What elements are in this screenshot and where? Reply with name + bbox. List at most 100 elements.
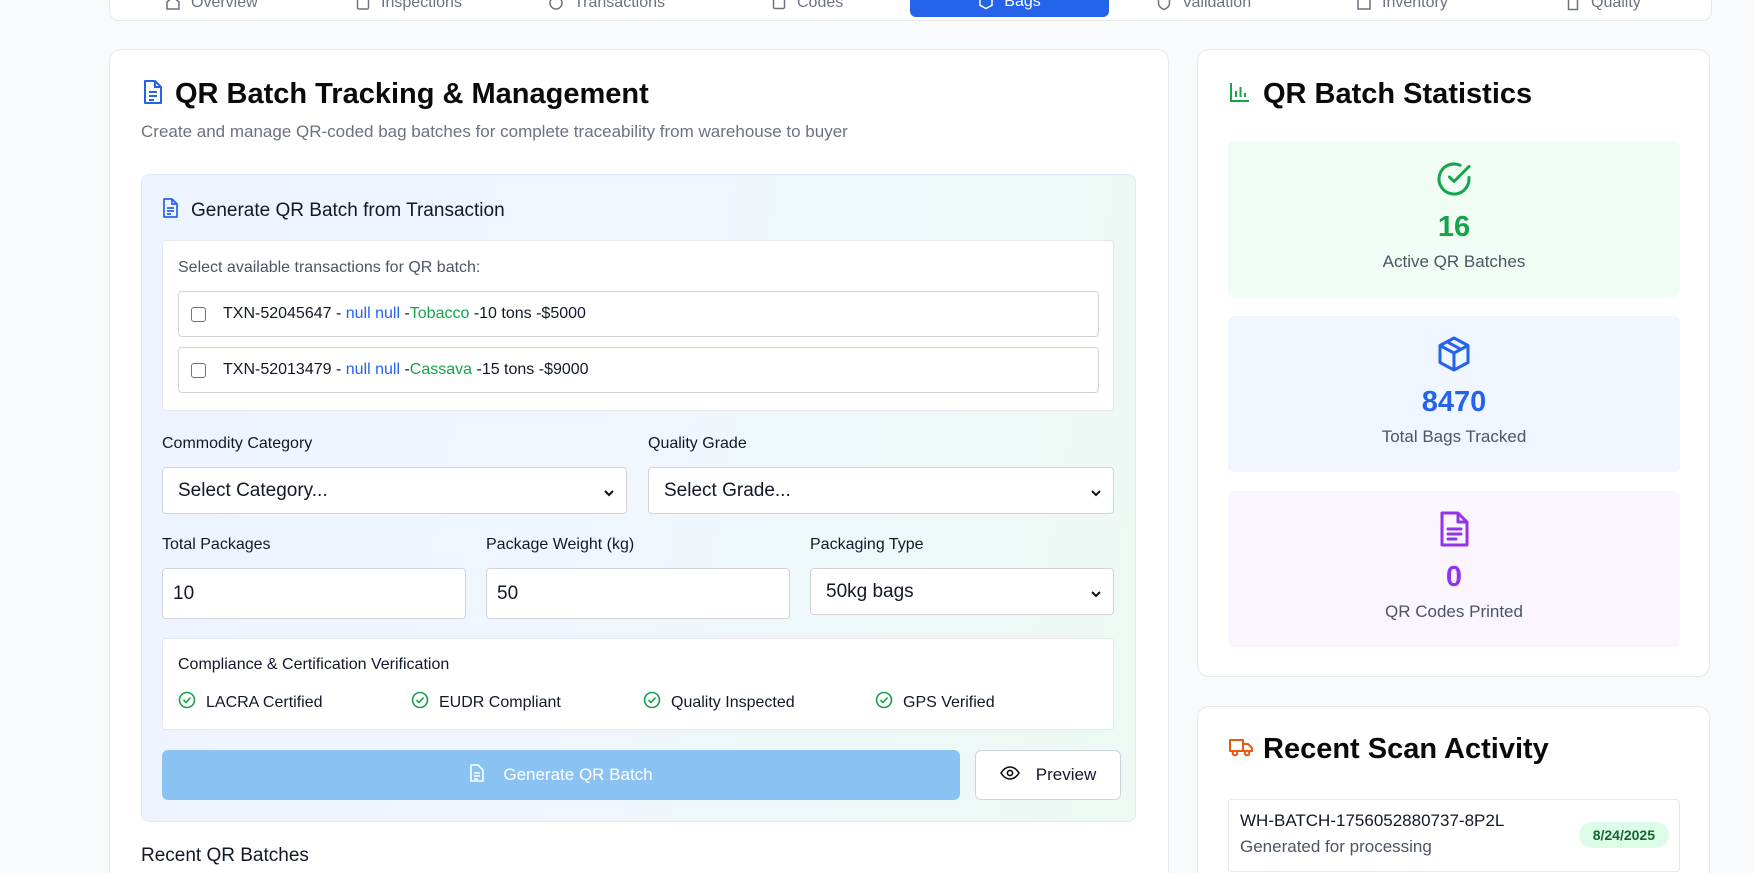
- transaction-commodity: Tobacco: [409, 305, 470, 322]
- recent-batches-title: Recent QR Batches: [141, 845, 309, 866]
- stats-title: QR Batch Statistics: [1263, 78, 1533, 110]
- scan-list-item[interactable]: WH-BATCH-1756052880737-8P2L Generated fo…: [1228, 799, 1680, 872]
- qr-icon: [771, 0, 787, 11]
- packaging-type-value: 50kg bags: [826, 580, 914, 602]
- tab-inventory[interactable]: Inventory: [1356, 0, 1448, 15]
- compliance-title: Compliance & Certification Verification: [178, 656, 450, 673]
- file-text-icon: [469, 763, 485, 787]
- transaction-party: null null: [345, 305, 400, 322]
- check-circle-icon: [411, 691, 429, 714]
- page-title: QR Batch Tracking & Management: [175, 78, 649, 110]
- tab-transactions[interactable]: Transactions: [548, 0, 665, 15]
- transaction-checkbox[interactable]: [191, 362, 206, 378]
- tab-inspections[interactable]: Inspections: [355, 0, 462, 15]
- check-circle-icon: [178, 691, 196, 714]
- commodity-category-value: Select Category...: [178, 479, 328, 501]
- generate-button-label: Generate QR Batch: [503, 765, 653, 784]
- generate-title: Generate QR Batch from Transaction: [191, 200, 505, 221]
- tab-overview[interactable]: Overview: [165, 0, 258, 15]
- stats-card: QR Batch Statistics 16 Active QR Batches…: [1197, 49, 1710, 677]
- file-text-icon: [1435, 510, 1473, 548]
- home-icon: [165, 0, 181, 11]
- package-weight-input[interactable]: 50: [486, 568, 790, 619]
- generate-batch-panel: Generate QR Batch from Transaction Selec…: [141, 174, 1136, 822]
- compliance-label: GPS Verified: [903, 693, 995, 711]
- transaction-row[interactable]: TXN-52045647 - null null - Tobacco -10 to…: [178, 291, 1099, 337]
- tab-label: Validation: [1182, 0, 1252, 11]
- chevron-down-icon: [602, 484, 616, 498]
- file-icon: [1565, 0, 1581, 11]
- package-icon: [1435, 335, 1473, 373]
- transaction-list: Select available transactions for QR bat…: [162, 240, 1114, 411]
- scan-description: Generated for processing: [1240, 837, 1432, 856]
- tab-validation[interactable]: Validation: [1156, 0, 1251, 15]
- tab-label: Bags: [1004, 0, 1041, 10]
- qr-batch-card: QR Batch Tracking & Management Create an…: [109, 49, 1169, 873]
- tab-codes[interactable]: Codes: [771, 0, 843, 15]
- quality-grade-value: Select Grade...: [664, 479, 791, 501]
- clipboard-icon: [355, 0, 371, 11]
- stat-active-batches: 16 Active QR Batches: [1228, 141, 1680, 297]
- generate-qr-batch-button[interactable]: Generate QR Batch: [162, 750, 960, 800]
- commodity-category-select[interactable]: Select Category...: [162, 467, 627, 514]
- eye-icon: [999, 765, 1020, 785]
- stat-label: Total Bags Tracked: [1381, 427, 1527, 446]
- shield-icon: [1156, 0, 1172, 11]
- compliance-panel: Compliance & Certification Verification …: [162, 638, 1114, 730]
- tab-label: Inspections: [381, 0, 462, 11]
- top-nav: Overview Inspections Transactions Codes …: [109, 0, 1712, 21]
- tab-label: Quality: [1591, 0, 1641, 11]
- tab-label: Overview: [191, 0, 258, 11]
- check-circle-icon: [643, 691, 661, 714]
- stats-title-row: QR Batch Statistics: [1229, 78, 1532, 111]
- transaction-checkbox[interactable]: [191, 306, 206, 322]
- quality-grade-label: Quality Grade: [648, 435, 747, 452]
- transaction-id: TXN-52045647: [223, 305, 332, 322]
- recent-scan-card: Recent Scan Activity WH-BATCH-1756052880…: [1197, 706, 1710, 873]
- tab-label: Codes: [797, 0, 844, 11]
- transaction-quantity: 10 tons: [479, 305, 532, 322]
- tab-bags[interactable]: Bags: [910, 0, 1109, 17]
- packaging-type-label: Packaging Type: [810, 536, 924, 553]
- compliance-label: LACRA Certified: [206, 693, 323, 711]
- preview-button-label: Preview: [1035, 765, 1097, 784]
- tab-label: Transactions: [574, 0, 665, 11]
- transaction-id: TXN-52013479: [223, 361, 332, 378]
- transaction-quantity: 15 tons: [481, 361, 535, 378]
- compliance-item: Quality Inspected: [643, 691, 795, 714]
- warehouse-icon: [1356, 0, 1372, 11]
- compliance-item: LACRA Certified: [178, 691, 323, 714]
- file-text-icon: [162, 198, 179, 224]
- compliance-item: GPS Verified: [875, 691, 995, 714]
- stat-value: 0: [1445, 561, 1463, 593]
- stat-value: 8470: [1421, 386, 1487, 418]
- quality-grade-select[interactable]: Select Grade...: [648, 467, 1114, 514]
- compliance-label: Quality Inspected: [671, 693, 795, 711]
- scan-batch-id: WH-BATCH-1756052880737-8P2L: [1240, 811, 1505, 830]
- transaction-row[interactable]: TXN-52013479 - null null - Cassava -15 to…: [178, 347, 1099, 393]
- check-circle-icon: [875, 691, 893, 714]
- tab-quality[interactable]: Quality: [1565, 0, 1641, 15]
- transaction-list-label: Select available transactions for QR bat…: [178, 259, 481, 276]
- truck-icon: [1229, 737, 1253, 762]
- check-circle-icon: [1435, 160, 1473, 198]
- package-icon: [978, 0, 994, 10]
- transaction-price: $9000: [544, 361, 589, 378]
- transaction-price: $5000: [541, 305, 586, 322]
- package-weight-label: Package Weight (kg): [486, 536, 635, 553]
- bar-chart-icon: [1229, 81, 1251, 108]
- packaging-type-select[interactable]: 50kg bags: [810, 568, 1114, 615]
- clock-icon: [548, 0, 564, 11]
- stat-label: QR Codes Printed: [1385, 602, 1523, 621]
- transaction-commodity: Cassava: [409, 361, 473, 378]
- page-subtitle: Create and manage QR-coded bag batches f…: [141, 122, 848, 141]
- page-title-row: QR Batch Tracking & Management: [141, 78, 649, 111]
- stat-value: 16: [1437, 211, 1471, 243]
- tab-label: Inventory: [1382, 0, 1448, 11]
- scan-title: Recent Scan Activity: [1263, 733, 1549, 765]
- compliance-item: EUDR Compliant: [411, 691, 561, 714]
- stat-label: Active QR Batches: [1382, 252, 1526, 271]
- chevron-down-icon: [1089, 484, 1103, 498]
- preview-button[interactable]: Preview: [975, 750, 1121, 800]
- total-packages-input[interactable]: 10: [162, 568, 466, 619]
